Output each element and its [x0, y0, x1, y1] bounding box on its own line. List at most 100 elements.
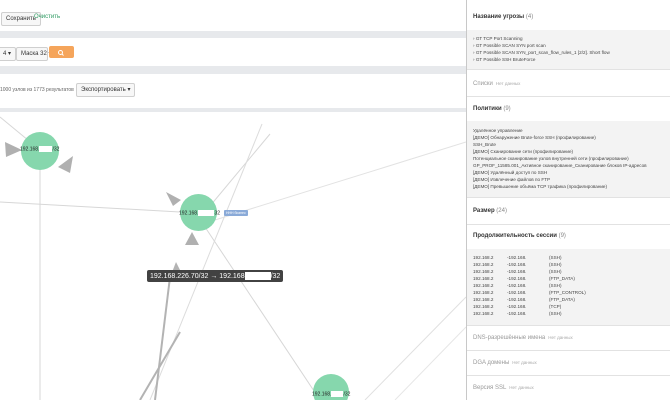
- lists-header[interactable]: Списки Нет данных: [467, 70, 670, 97]
- session-dst: -192.168.: [507, 304, 527, 309]
- ssl-title: Версия SSL: [473, 385, 507, 391]
- duration-header[interactable]: Продолжительность сессии (9): [467, 225, 670, 250]
- node-ip-suffix: 32: [214, 210, 221, 217]
- session-dst: -192.168.: [507, 269, 527, 274]
- lists-nodata: Нет данных: [495, 81, 521, 86]
- list-item: [ДЕМО] Сканирование сети (профилирование…: [473, 149, 574, 154]
- node-ip-prefix: 192.168.: [179, 210, 199, 217]
- dns-title: DNS-разрешённые имена: [473, 335, 546, 341]
- duration-title: Продолжительность сессии: [473, 233, 557, 239]
- section-title: DGA домены Нет данных: [473, 360, 537, 366]
- session-src: 192.168.2: [473, 262, 494, 267]
- list-item: GP_PROF_11585.001_Активное сканирование_…: [473, 163, 647, 168]
- session-proto: (FTP_DATA): [549, 276, 575, 281]
- list-item: › GT Possible SSH BruteForce: [473, 57, 535, 62]
- node-label: 192.168. /32: [20, 146, 59, 152]
- session-src: 192.168.2: [473, 290, 494, 295]
- redaction-mask: [331, 391, 344, 397]
- session-proto: (TCP): [549, 304, 562, 309]
- dns-header[interactable]: DNS-разрешённые имена Нет данных: [467, 326, 670, 351]
- details-panel: Название угрозы (4) › GT TCP Port Scanni…: [466, 0, 670, 400]
- section-title: Политики (9): [473, 106, 511, 112]
- edge-tooltip: 192.168.226.70/32 → 192.168/32: [147, 270, 284, 282]
- node-ip-prefix: 192.168.: [312, 391, 332, 398]
- node-ip-suffix: /32: [343, 391, 351, 398]
- edge-arrow: [166, 192, 181, 206]
- session-src: 192.168.2: [473, 255, 494, 260]
- dns-nodata: Нет данных: [548, 335, 573, 340]
- ssl-nodata: Нет данных: [509, 385, 534, 390]
- search-button[interactable]: [49, 46, 74, 58]
- duration-list: 192.168.2 -192.168. (SSH) 192.168.2 -192…: [467, 249, 670, 326]
- graph-edge: [364, 296, 466, 400]
- node-tag: ННН бизнес: [224, 210, 248, 216]
- number-select[interactable]: 4 ▾: [0, 47, 17, 61]
- network-graph[interactable]: 192.168. /32 192.168. 32 ННН бизнес 192.16…: [0, 112, 466, 400]
- list-item: Потенциальное сканирование узлов внутрен…: [473, 156, 629, 161]
- threat-item: GT Possible SSH BruteForce: [475, 57, 536, 62]
- session-src: 192.168.2: [473, 276, 494, 281]
- clear-link[interactable]: Очистить: [34, 14, 60, 20]
- edge-arrow: [58, 156, 73, 173]
- lists-title: Списки: [473, 81, 493, 87]
- graph-edge: [149, 123, 263, 400]
- session-dst: -192.168.: [507, 262, 527, 267]
- list-item: › GT Possible SCAN SYN_port_scan_flow_ru…: [473, 50, 610, 55]
- graph-edge-highlight: [154, 276, 171, 400]
- results-summary: 1000 узлов из 1773 результатов: [0, 87, 74, 93]
- list-item: › GT Possible SCAN SYN port scan: [473, 43, 546, 48]
- section-title: Размер (24): [473, 208, 507, 214]
- chevron-right-icon: ›: [473, 43, 475, 48]
- threat-item: GT Possible SCAN SYN_port_scan_flow_rule…: [475, 50, 610, 55]
- section-title: Название угрозы (4): [473, 14, 533, 20]
- filter-bar: Сохранить Очистить: [0, 0, 466, 31]
- policies-header[interactable]: Политики (9): [467, 97, 670, 122]
- dga-header[interactable]: DGA домены Нет данных: [467, 351, 670, 376]
- results-bar: 1000 узлов из 1773 результатов Экспортир…: [0, 74, 466, 108]
- mask-select[interactable]: Маска 32 ▾: [16, 47, 52, 61]
- graph-edge: [204, 133, 271, 213]
- chevron-down-icon: ▾: [8, 51, 12, 57]
- list-item: [ДЕМО] Извлечение файлов по FTP: [473, 177, 551, 182]
- graph-edge: [0, 201, 181, 213]
- policies-title: Политики: [473, 106, 502, 112]
- session-src: 192.168.2: [473, 304, 494, 309]
- session-dst: -192.168.: [507, 311, 527, 316]
- graph-edge: [214, 141, 466, 221]
- threat-header[interactable]: Название угрозы (4): [467, 0, 670, 31]
- session-proto: (SSH): [549, 283, 562, 288]
- tooltip-suffix: /32: [270, 272, 281, 280]
- session-src: 192.168.2: [473, 311, 494, 316]
- session-proto: (SSH): [549, 255, 562, 260]
- graph-workspace: Сохранить Очистить 4 ▾ Маска 32 ▾ 1000 у…: [0, 0, 466, 400]
- size-title: Размер: [473, 208, 495, 214]
- redaction-mask: [198, 210, 215, 216]
- size-count: (24): [496, 208, 507, 214]
- dga-nodata: Нет данных: [512, 360, 537, 365]
- edge-arrow: [185, 232, 199, 245]
- size-header[interactable]: Размер (24): [467, 198, 670, 225]
- dga-title: DGA домены: [473, 360, 510, 366]
- node-label: 192.168. 32: [179, 210, 220, 216]
- session-dst: -192.168.: [507, 290, 527, 295]
- policies-list: Удалённое управление [ДЕМО] Обнаружение …: [467, 121, 670, 198]
- tooltip-text: 192.168.226.70/32 → 192.168: [150, 272, 245, 280]
- graph-edge: [394, 326, 466, 400]
- threat-count: (4): [525, 14, 534, 20]
- threat-title: Название угрозы: [473, 14, 525, 20]
- redaction-mask: [244, 272, 271, 280]
- node-label: 192.168. /32: [312, 391, 350, 397]
- query-bar: 4 ▾ Маска 32 ▾: [0, 38, 466, 66]
- list-item: SSH_Brute: [473, 142, 496, 147]
- section-title: DNS-разрешённые имена Нет данных: [473, 335, 573, 341]
- ssl-header[interactable]: Версия SSL Нет данных: [467, 376, 670, 400]
- graph-edge: [204, 226, 321, 400]
- chevron-right-icon: ›: [473, 36, 475, 41]
- threat-item: GT TCP Port Scanning: [475, 36, 523, 41]
- duration-count: (9): [558, 233, 566, 239]
- graph-edges: [0, 116, 466, 400]
- node-ip-prefix: 192.168.: [20, 146, 40, 153]
- export-button[interactable]: Экспортировать ▾: [76, 83, 136, 97]
- session-proto: (SSH): [549, 262, 562, 267]
- redaction-mask: [39, 146, 53, 152]
